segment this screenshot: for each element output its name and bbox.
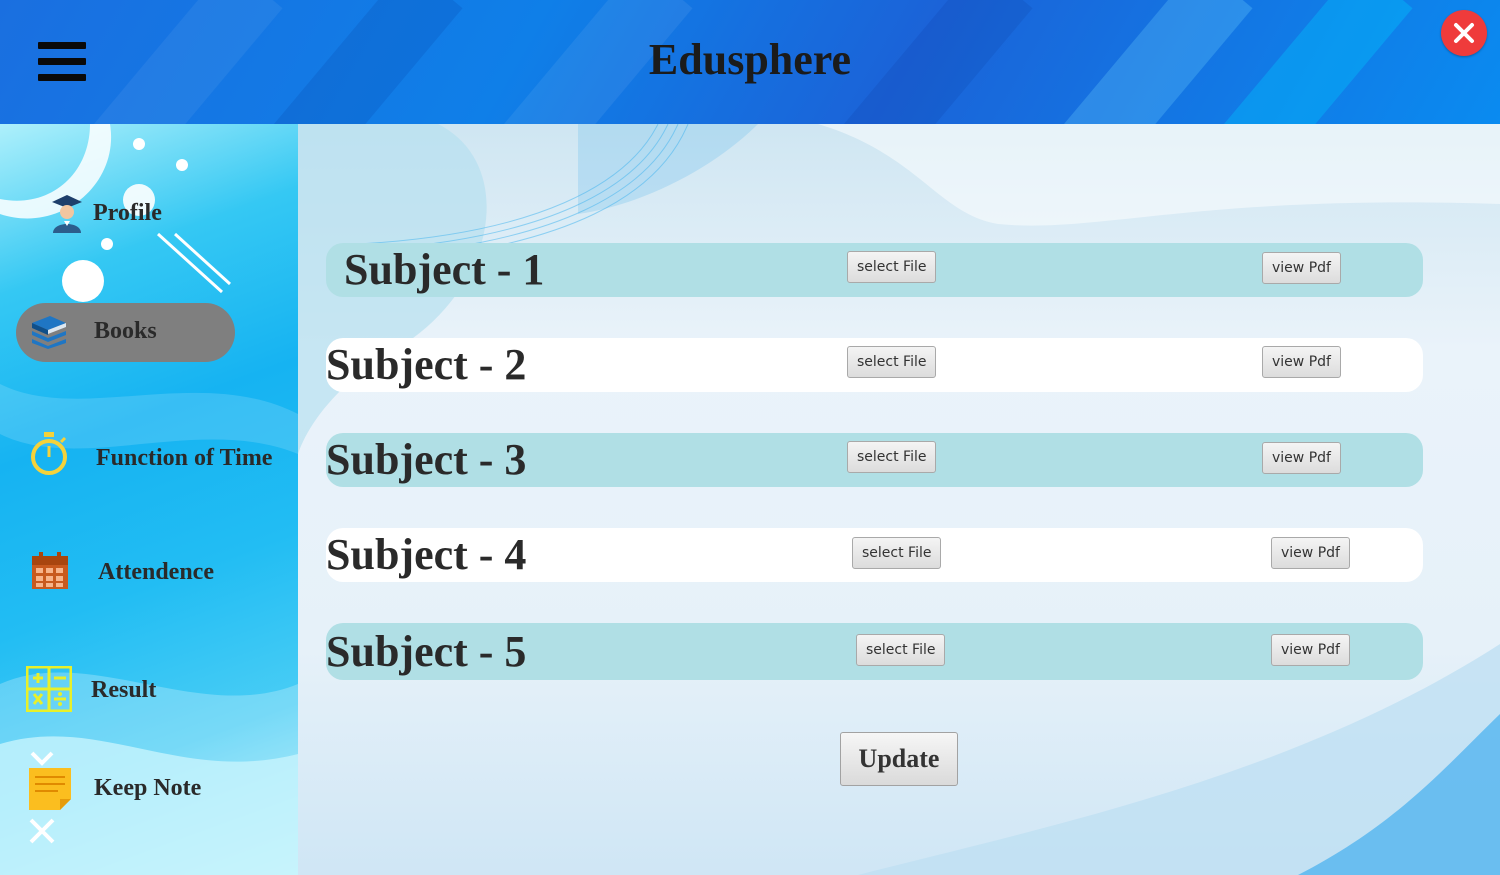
app-header: Edusphere (0, 0, 1500, 124)
sidebar-item-label: Function of Time (96, 445, 273, 471)
subject-title: Subject - 4 (326, 530, 527, 579)
sidebar-item-function-of-time[interactable]: Function of Time (20, 429, 290, 483)
graduate-icon (52, 195, 82, 233)
sidebar-item-result[interactable]: Result (20, 660, 290, 720)
main-content: Subject - 1 select File view Pdf Subject… (298, 124, 1500, 875)
view-pdf-button[interactable]: view Pdf (1262, 442, 1341, 474)
subject-title: Subject - 3 (326, 435, 527, 484)
books-icon (32, 316, 66, 349)
stopwatch-icon (31, 432, 67, 475)
app-title: Edusphere (648, 35, 852, 84)
calendar-icon (32, 552, 68, 589)
view-pdf-button[interactable]: view Pdf (1271, 634, 1350, 666)
close-button[interactable] (1441, 10, 1487, 56)
calculator-icon (26, 666, 72, 712)
sidebar-item-label: Keep Note (94, 775, 202, 801)
sidebar-item-profile[interactable]: Profile (40, 186, 270, 236)
subject-row: Subject - 4 select File view Pdf (326, 528, 1423, 582)
sidebar: Profile Books Function of Time Attendenc… (0, 124, 298, 875)
sidebar-item-label: Profile (93, 200, 162, 226)
sidebar-item-label: Books (94, 318, 157, 344)
select-file-button[interactable]: select File (856, 634, 946, 666)
view-pdf-button[interactable]: view Pdf (1262, 346, 1341, 378)
select-file-button[interactable]: select File (847, 441, 937, 473)
sidebar-item-attendence[interactable]: Attendence (20, 544, 290, 598)
view-pdf-button[interactable]: view Pdf (1262, 252, 1341, 284)
close-icon (1454, 23, 1474, 43)
view-pdf-button[interactable]: view Pdf (1271, 537, 1350, 569)
subject-row: Subject - 5 select File view Pdf (326, 623, 1423, 680)
select-file-button[interactable]: select File (852, 537, 942, 569)
select-file-button[interactable]: select File (847, 346, 937, 378)
x-mark-icon (30, 751, 54, 766)
x-mark-icon (29, 818, 55, 844)
select-file-button[interactable]: select File (847, 251, 937, 283)
sidebar-item-label: Result (91, 677, 157, 703)
sticky-note-icon (29, 768, 71, 810)
sidebar-item-keep-note[interactable]: Keep Note (20, 749, 290, 849)
sidebar-item-label: Attendence (98, 559, 214, 585)
subject-title: Subject - 1 (344, 245, 545, 294)
update-button[interactable]: Update (840, 732, 958, 786)
subject-row: Subject - 3 select File view Pdf (326, 433, 1423, 487)
subject-title: Subject - 2 (326, 340, 527, 389)
subject-title: Subject - 5 (326, 627, 527, 676)
subject-row: Subject - 1 select File view Pdf (326, 243, 1423, 297)
sidebar-item-books[interactable]: Books (16, 303, 235, 362)
subject-row: Subject - 2 select File view Pdf (326, 338, 1423, 392)
